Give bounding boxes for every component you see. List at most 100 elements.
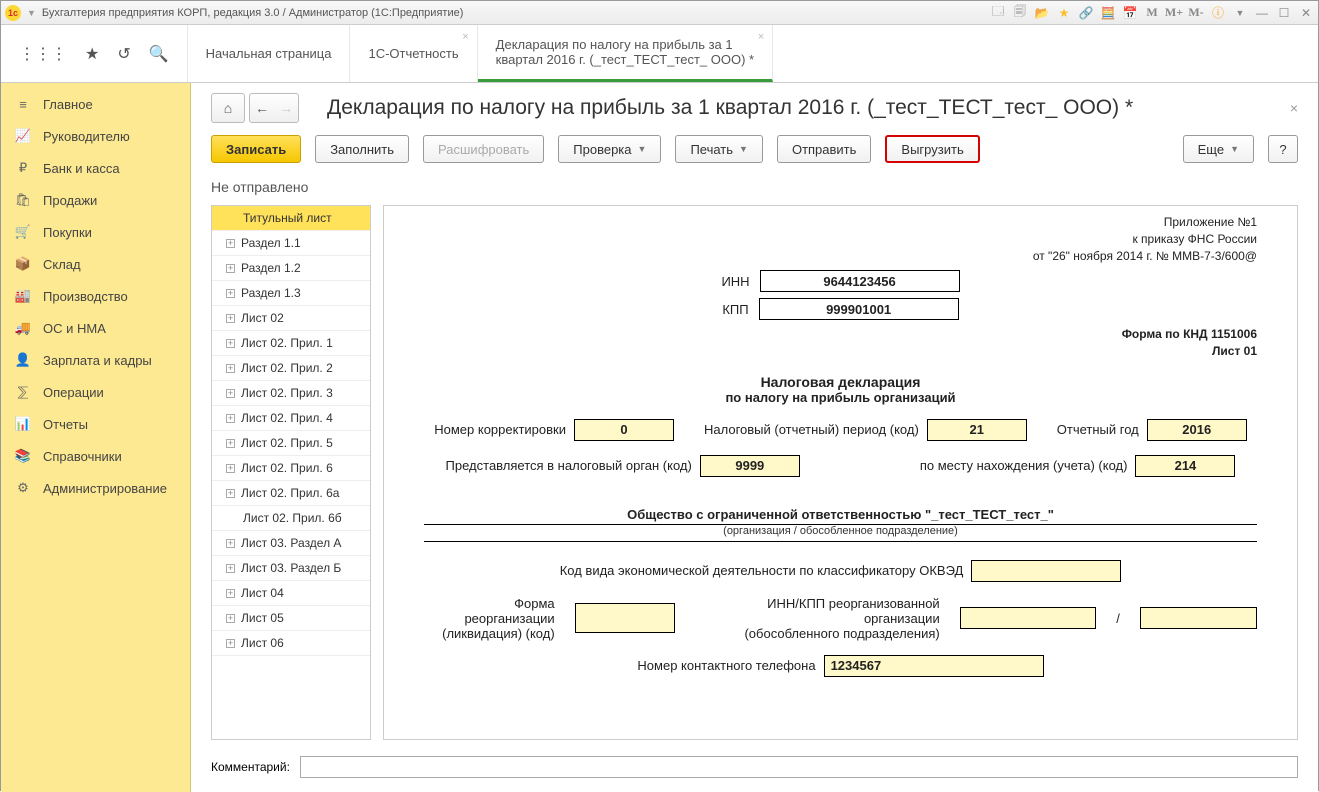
- decode-button[interactable]: Расшифровать: [423, 135, 544, 163]
- tool-icon[interactable]: 🗐: [1012, 5, 1028, 21]
- calc-icon[interactable]: 🧮: [1100, 5, 1116, 21]
- reorg-code-field[interactable]: [575, 603, 675, 633]
- tab-declaration[interactable]: Декларация по налогу на прибыль за 1квар…: [478, 25, 773, 82]
- nav-back-forward[interactable]: ←→: [249, 93, 299, 123]
- close-icon[interactable]: ×: [462, 31, 468, 43]
- place-field[interactable]: 214: [1135, 455, 1235, 477]
- sidebar-item[interactable]: ⚙Администрирование: [1, 472, 190, 504]
- organ-field[interactable]: 9999: [700, 455, 800, 477]
- tab-home[interactable]: Начальная страница: [188, 25, 351, 82]
- tool-icon[interactable]: 🗔: [990, 5, 1006, 21]
- tree-item[interactable]: +Лист 02. Прил. 6а: [212, 481, 370, 506]
- tree-item[interactable]: +Раздел 1.1: [212, 231, 370, 256]
- history-icon[interactable]: ↺: [117, 44, 130, 64]
- expand-icon[interactable]: +: [226, 264, 235, 273]
- fill-button[interactable]: Заполнить: [315, 135, 409, 163]
- apps-icon[interactable]: ⋮⋮⋮: [19, 44, 67, 64]
- print-button[interactable]: Печать▼: [675, 135, 763, 163]
- info-icon[interactable]: ⓘ: [1210, 5, 1226, 21]
- titlebar-dropdown-icon[interactable]: ▼: [27, 8, 36, 18]
- back-icon[interactable]: ←: [250, 100, 274, 116]
- phone-field[interactable]: 1234567: [824, 655, 1044, 677]
- tree-item[interactable]: +Лист 02. Прил. 6: [212, 456, 370, 481]
- tree-item[interactable]: +Лист 06: [212, 631, 370, 656]
- tree-item[interactable]: +Раздел 1.3: [212, 281, 370, 306]
- search-icon[interactable]: 🔍: [149, 44, 169, 64]
- more-button[interactable]: Еще▼: [1183, 135, 1254, 163]
- corr-field[interactable]: 0: [574, 419, 674, 441]
- sidebar-item[interactable]: ₽Банк и касса: [1, 152, 190, 184]
- close-page-icon[interactable]: ×: [1290, 100, 1298, 116]
- reorg-kpp-field[interactable]: [1140, 607, 1257, 629]
- sidebar-item[interactable]: 👤Зарплата и кадры: [1, 344, 190, 376]
- comment-input[interactable]: [300, 756, 1298, 778]
- sidebar-item[interactable]: 📚Справочники: [1, 440, 190, 472]
- link-icon[interactable]: 🔗: [1078, 5, 1094, 21]
- tree-item[interactable]: +Лист 03. Раздел Б: [212, 556, 370, 581]
- expand-icon[interactable]: +: [226, 489, 235, 498]
- tree-item[interactable]: +Раздел 1.2: [212, 256, 370, 281]
- tree-item[interactable]: +Лист 03. Раздел А: [212, 531, 370, 556]
- sidebar-item[interactable]: 🏭Производство: [1, 280, 190, 312]
- sidebar-item[interactable]: 📦Склад: [1, 248, 190, 280]
- export-button[interactable]: Выгрузить: [885, 135, 979, 163]
- tree-item[interactable]: +Лист 05: [212, 606, 370, 631]
- expand-icon[interactable]: +: [226, 639, 235, 648]
- okved-field[interactable]: [971, 560, 1121, 582]
- expand-icon[interactable]: +: [226, 414, 235, 423]
- inn-field[interactable]: 9644123456: [760, 270, 960, 292]
- tree-item[interactable]: Титульный лист: [212, 206, 370, 231]
- expand-icon[interactable]: +: [226, 289, 235, 298]
- tool-icon[interactable]: 📂: [1034, 5, 1050, 21]
- expand-icon[interactable]: +: [226, 239, 235, 248]
- section-tree[interactable]: Титульный лист+Раздел 1.1+Раздел 1.2+Раз…: [211, 205, 371, 740]
- expand-icon[interactable]: +: [226, 564, 235, 573]
- period-field[interactable]: 21: [927, 419, 1027, 441]
- expand-icon[interactable]: +: [226, 589, 235, 598]
- year-field[interactable]: 2016: [1147, 419, 1247, 441]
- sidebar-item[interactable]: 🛒Покупки: [1, 216, 190, 248]
- send-button[interactable]: Отправить: [777, 135, 871, 163]
- check-button[interactable]: Проверка▼: [558, 135, 661, 163]
- tree-item[interactable]: +Лист 02. Прил. 1: [212, 331, 370, 356]
- help-button[interactable]: ?: [1268, 135, 1298, 163]
- sidebar-item[interactable]: 📈Руководителю: [1, 120, 190, 152]
- m-button[interactable]: M: [1144, 5, 1160, 21]
- sidebar-item[interactable]: 📊Отчеты: [1, 408, 190, 440]
- expand-icon[interactable]: +: [226, 464, 235, 473]
- sidebar-item[interactable]: ≡Главное: [1, 89, 190, 120]
- minimize-icon[interactable]: —: [1254, 5, 1270, 21]
- expand-icon[interactable]: +: [226, 339, 235, 348]
- tree-item[interactable]: +Лист 02. Прил. 4: [212, 406, 370, 431]
- expand-icon[interactable]: +: [226, 364, 235, 373]
- tree-item[interactable]: +Лист 02. Прил. 2: [212, 356, 370, 381]
- mminus-button[interactable]: M-: [1188, 5, 1204, 21]
- tree-item[interactable]: +Лист 02. Прил. 5: [212, 431, 370, 456]
- reorg-inn-field[interactable]: [960, 607, 1097, 629]
- expand-icon[interactable]: +: [226, 439, 235, 448]
- close-icon[interactable]: ×: [758, 31, 764, 43]
- tree-item[interactable]: +Лист 02: [212, 306, 370, 331]
- expand-icon[interactable]: +: [226, 614, 235, 623]
- calendar-icon[interactable]: 📅: [1122, 5, 1138, 21]
- kpp-field[interactable]: 999901001: [759, 298, 959, 320]
- home-button[interactable]: ⌂: [211, 93, 245, 123]
- star-icon[interactable]: ★: [1056, 5, 1072, 21]
- mplus-button[interactable]: M+: [1166, 5, 1182, 21]
- expand-icon[interactable]: +: [226, 314, 235, 323]
- tree-item[interactable]: +Лист 04: [212, 581, 370, 606]
- close-icon[interactable]: ✕: [1298, 5, 1314, 21]
- expand-icon[interactable]: +: [226, 539, 235, 548]
- sidebar-item[interactable]: 🛍Продажи: [1, 184, 190, 216]
- expand-icon[interactable]: +: [226, 389, 235, 398]
- tree-item[interactable]: +Лист 02. Прил. 3: [212, 381, 370, 406]
- tree-item[interactable]: Лист 02. Прил. 6б: [212, 506, 370, 531]
- info-dd-icon[interactable]: ▼: [1232, 5, 1248, 21]
- forward-icon[interactable]: →: [274, 100, 298, 116]
- maximize-icon[interactable]: ☐: [1276, 5, 1292, 21]
- sidebar-item[interactable]: ⅀Операции: [1, 376, 190, 408]
- sidebar-item[interactable]: 🚚ОС и НМА: [1, 312, 190, 344]
- fav-icon[interactable]: ★: [85, 44, 99, 64]
- write-button[interactable]: Записать: [211, 135, 301, 163]
- tab-reporting[interactable]: 1С-Отчетность×: [350, 25, 477, 82]
